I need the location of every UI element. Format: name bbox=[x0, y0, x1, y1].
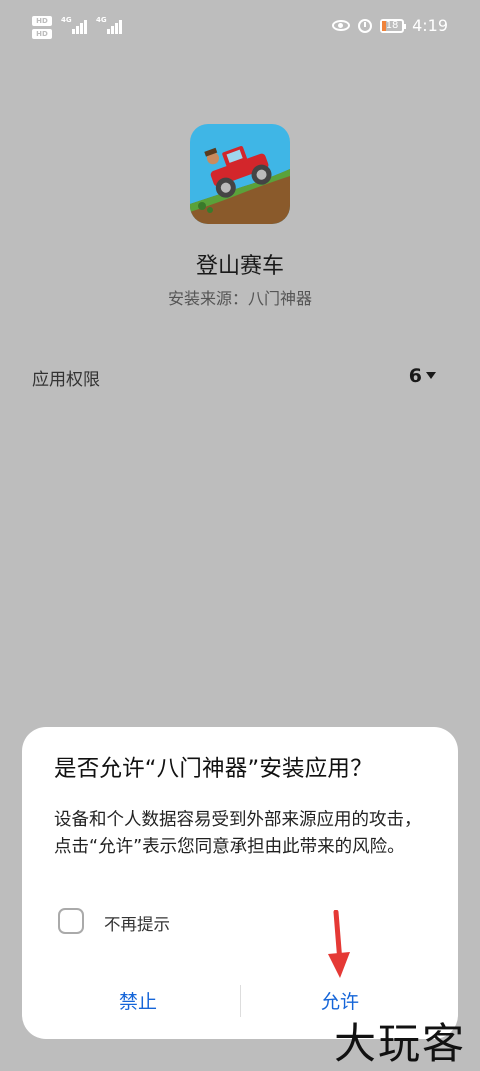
install-source: 安装来源：八门神器 bbox=[0, 285, 480, 309]
battery-icon: 18 bbox=[380, 18, 407, 33]
battery-level: 18 bbox=[385, 19, 399, 31]
signal-icon-2: 4G bbox=[96, 16, 122, 34]
status-bar: HD HD 4G 4G 18 4:19 bbox=[0, 0, 480, 58]
dialog-message: 设备和个人数据容易受到外部来源应用的攻击，点击“允许”表示您同意承担由此带来的风… bbox=[54, 810, 422, 857]
permissions-count: 6 bbox=[408, 365, 422, 387]
status-bar-right: 18 4:19 bbox=[332, 16, 448, 35]
hd-badge-1: HD bbox=[32, 16, 52, 26]
signal-icon: 4G bbox=[61, 16, 87, 34]
status-bar-left: HD HD 4G 4G bbox=[32, 16, 122, 39]
deny-button[interactable]: 禁止 bbox=[38, 987, 238, 1014]
dont-remind-label[interactable]: 不再提示 bbox=[104, 911, 170, 935]
permissions-label: 应用权限 bbox=[32, 370, 100, 390]
watermark: 大玩客 bbox=[334, 1019, 467, 1068]
network-type-2: 4G bbox=[96, 16, 107, 24]
dialog-title: 是否允许“八门神器”安装应用？ bbox=[54, 756, 373, 782]
hd-badge-2: HD bbox=[32, 29, 52, 39]
app-name: 登山赛车 bbox=[195, 254, 284, 279]
caret-down-icon[interactable] bbox=[426, 372, 436, 379]
dont-remind-checkbox[interactable] bbox=[58, 908, 84, 934]
clock-time: 4:19 bbox=[412, 16, 448, 35]
permissions-row[interactable]: 应用权限 6 bbox=[32, 365, 436, 390]
install-permission-dialog: 是否允许“八门神器”安装应用？ 设备和个人数据容易受到外部来源应用的攻击，点击“… bbox=[22, 727, 458, 1039]
eye-comfort-icon bbox=[332, 20, 351, 31]
hd-badges: HD HD bbox=[32, 16, 52, 39]
red-arrow-icon bbox=[328, 910, 350, 978]
alarm-icon bbox=[358, 18, 373, 33]
hill-climb-racing-app-icon bbox=[190, 124, 290, 224]
network-type-1: 4G bbox=[61, 16, 72, 24]
install-source-value: 八门神器 bbox=[248, 289, 313, 308]
install-source-label: 安装来源： bbox=[167, 289, 248, 308]
